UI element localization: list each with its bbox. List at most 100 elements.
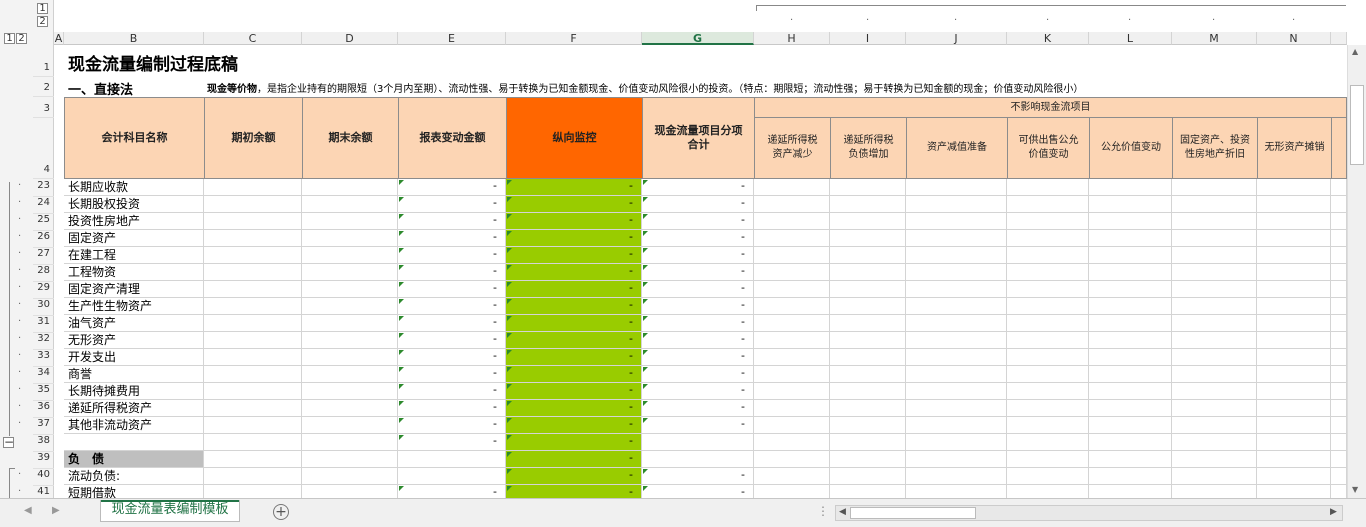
cell-j[interactable]: [906, 451, 1007, 468]
cell-c[interactable]: [204, 400, 302, 417]
column-header-c[interactable]: C: [204, 32, 302, 45]
cell-n[interactable]: [1257, 298, 1331, 315]
row-header[interactable]: 38: [33, 435, 54, 452]
cell-c[interactable]: [204, 247, 302, 264]
cell-b[interactable]: [64, 434, 204, 451]
scroll-up-icon[interactable]: ▲: [1352, 47, 1358, 56]
cell-b[interactable]: 递延所得税资产: [64, 400, 204, 417]
cell-i[interactable]: [830, 264, 906, 281]
cell-l[interactable]: [1089, 196, 1172, 213]
row-header[interactable]: 28: [33, 265, 54, 282]
cell-f[interactable]: -: [506, 434, 642, 451]
header-cashflow-subtotal[interactable]: 现金流量项目分项合计: [642, 97, 755, 179]
column-header-o[interactable]: [1331, 32, 1347, 45]
cell-h[interactable]: [754, 315, 830, 332]
cell-e[interactable]: -: [398, 434, 506, 451]
cell-b[interactable]: 其他非流动资产: [64, 417, 204, 434]
column-header-e[interactable]: E: [398, 32, 506, 45]
cell-g[interactable]: -: [642, 264, 754, 281]
col-level-1-button[interactable]: 1: [37, 3, 48, 14]
cell-m[interactable]: [1172, 298, 1257, 315]
cell-o[interactable]: [1331, 451, 1347, 468]
sheet-tab-active[interactable]: 现金流量表编制模板: [100, 500, 240, 522]
row-header[interactable]: 32: [33, 333, 54, 350]
row-header[interactable]: 39: [33, 452, 54, 469]
header-closing-balance[interactable]: 期末余额: [302, 97, 399, 179]
cell-i[interactable]: [830, 230, 906, 247]
cell-e[interactable]: -: [398, 366, 506, 383]
cell-o[interactable]: [1331, 332, 1347, 349]
cell-f[interactable]: -: [506, 298, 642, 315]
cell-d[interactable]: [302, 247, 398, 264]
column-header-f[interactable]: F: [506, 32, 642, 45]
header-change-amount[interactable]: 报表变动金额: [398, 97, 507, 179]
cell-l[interactable]: [1089, 213, 1172, 230]
cell-j[interactable]: [906, 247, 1007, 264]
cell-g[interactable]: -: [642, 315, 754, 332]
cell-i[interactable]: [830, 451, 906, 468]
cell-b[interactable]: 开发支出: [64, 349, 204, 366]
cell-e[interactable]: -: [398, 332, 506, 349]
collapse-group-button[interactable]: −: [3, 436, 14, 448]
cell-k[interactable]: [1007, 247, 1089, 264]
row-header[interactable]: 33: [33, 350, 54, 367]
cell-k[interactable]: [1007, 315, 1089, 332]
cell-h[interactable]: [754, 247, 830, 264]
cell-j[interactable]: [906, 383, 1007, 400]
column-header-b[interactable]: B: [64, 32, 204, 45]
add-sheet-icon[interactable]: +: [273, 504, 289, 520]
row-header[interactable]: 27: [33, 248, 54, 265]
cell-k[interactable]: [1007, 230, 1089, 247]
tab-scroll-right-icon[interactable]: ▶: [52, 505, 60, 516]
cell-j[interactable]: [906, 213, 1007, 230]
cell-m[interactable]: [1172, 230, 1257, 247]
cell-h[interactable]: [754, 434, 830, 451]
row-level-2-button[interactable]: 2: [16, 33, 27, 44]
column-header-i[interactable]: I: [830, 32, 906, 45]
cell-d[interactable]: [302, 315, 398, 332]
cell-j[interactable]: [906, 400, 1007, 417]
cell-m[interactable]: [1172, 315, 1257, 332]
cell-e[interactable]: -: [398, 400, 506, 417]
row-header[interactable]: 30: [33, 299, 54, 316]
cell-l[interactable]: [1089, 230, 1172, 247]
cell-o[interactable]: [1331, 213, 1347, 230]
cell-j[interactable]: [906, 332, 1007, 349]
cell-d[interactable]: [302, 349, 398, 366]
cell-i[interactable]: [830, 349, 906, 366]
row-header[interactable]: 26: [33, 231, 54, 248]
cell-c[interactable]: [204, 366, 302, 383]
header-next-column[interactable]: [1331, 117, 1347, 179]
cell-g[interactable]: -: [642, 366, 754, 383]
cell-k[interactable]: [1007, 213, 1089, 230]
cell-d[interactable]: [302, 213, 398, 230]
cell-g[interactable]: -: [642, 179, 754, 196]
column-header-n[interactable]: N: [1257, 32, 1331, 45]
cell-m[interactable]: [1172, 468, 1257, 485]
header-opening-balance[interactable]: 期初余额: [204, 97, 303, 179]
cell-c[interactable]: [204, 264, 302, 281]
cell-m[interactable]: [1172, 247, 1257, 264]
column-header-j[interactable]: J: [906, 32, 1007, 45]
column-header-a[interactable]: A: [54, 32, 64, 45]
cell-h[interactable]: [754, 179, 830, 196]
cell-l[interactable]: [1089, 417, 1172, 434]
cell-g[interactable]: -: [642, 332, 754, 349]
cell-e[interactable]: -: [398, 196, 506, 213]
column-header-h[interactable]: H: [754, 32, 830, 45]
cell-b[interactable]: 投资性房地产: [64, 213, 204, 230]
cell-j[interactable]: [906, 434, 1007, 451]
cell-g[interactable]: -: [642, 247, 754, 264]
cell-n[interactable]: [1257, 264, 1331, 281]
row-header[interactable]: 24: [33, 197, 54, 214]
cell-b[interactable]: 生产性生物资产: [64, 298, 204, 315]
cell-g[interactable]: -: [642, 468, 754, 485]
cell-h[interactable]: [754, 264, 830, 281]
header-group-non-cash[interactable]: 不影响现金流项目: [754, 97, 1347, 118]
cell-k[interactable]: [1007, 349, 1089, 366]
cell-b[interactable]: 负 债: [64, 451, 204, 468]
row-header[interactable]: 3: [33, 103, 54, 118]
cell-i[interactable]: [830, 247, 906, 264]
cell-b[interactable]: 油气资产: [64, 315, 204, 332]
cell-d[interactable]: [302, 332, 398, 349]
